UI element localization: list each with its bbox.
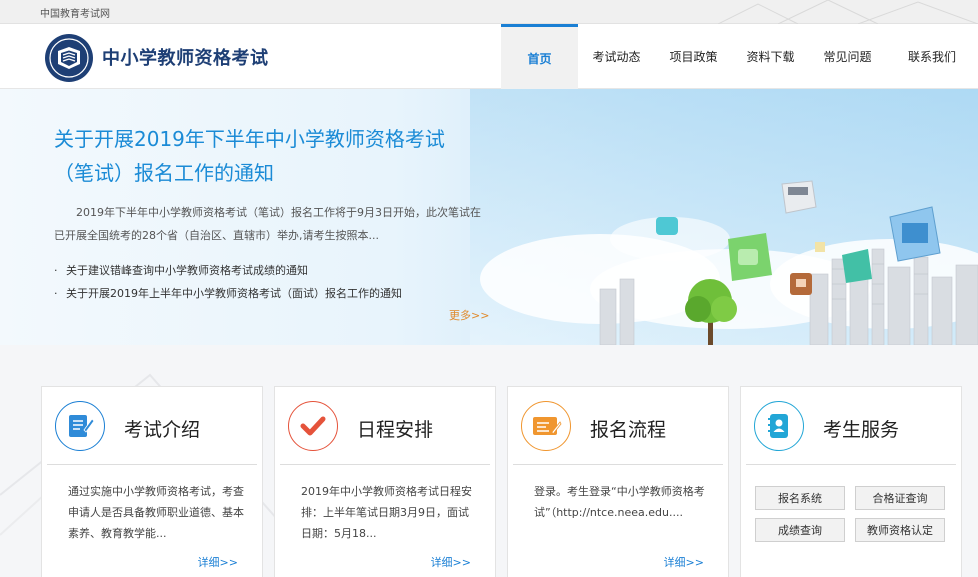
divider	[280, 464, 490, 465]
main-nav: 首页 考试动态 项目政策 资料下载 常见问题 联系我们	[501, 24, 978, 89]
city-illustration	[470, 89, 978, 345]
card-body: 通过实施中小学教师资格考试，考查申请人是否具备教师职业道德、基本素养、教育教学能…	[68, 485, 244, 540]
divider	[513, 464, 723, 465]
headline-summary: 2019年下半年中小学教师资格考试（笔试）报名工作将于9月3日开始，此次笔试在已…	[54, 206, 481, 242]
nav-home[interactable]: 首页	[501, 24, 578, 89]
document-pencil-icon	[55, 401, 105, 451]
decor-triangles	[718, 0, 978, 24]
site-logo-icon[interactable]	[44, 33, 94, 83]
list-item[interactable]: · 关于建议错峰查询中小学教师资格考试成绩的通知	[54, 259, 402, 282]
more-link[interactable]: 更多>>	[449, 307, 489, 323]
nav-policies[interactable]: 项目政策	[655, 24, 732, 89]
headline-link[interactable]: 关于开展2019年下半年中小学教师资格考试（笔试）报名工作的通知	[54, 122, 484, 190]
card-title[interactable]: 考生服务	[823, 415, 899, 442]
hero-banner: 关于开展2019年下半年中小学教师资格考试（笔试）报名工作的通知 2019年下半…	[0, 89, 978, 345]
person-card-icon	[754, 401, 804, 451]
form-pencil-icon	[521, 401, 571, 451]
card-title[interactable]: 报名流程	[590, 415, 666, 442]
divider	[47, 464, 257, 465]
card-registration-process: 报名流程 登录。考生登录“中小学教师资格考试”（http://ntce.neea…	[507, 386, 729, 577]
score-query-button[interactable]: 成绩查询	[755, 518, 845, 542]
certificate-query-button[interactable]: 合格证查询	[855, 486, 945, 510]
card-title[interactable]: 日程安排	[357, 415, 433, 442]
site-title[interactable]: 中小学教师资格考试	[102, 44, 269, 70]
news-link[interactable]: 关于开展2019年上半年中小学教师资格考试（面试）报名工作的通知	[66, 287, 402, 300]
registration-system-button[interactable]: 报名系统	[755, 486, 845, 510]
checkmark-icon	[288, 401, 338, 451]
bullet-icon: ·	[54, 287, 58, 300]
nav-contact[interactable]: 联系我们	[886, 24, 978, 89]
divider	[746, 464, 956, 465]
card-exam-intro: 考试介绍 通过实施中小学教师资格考试，考查申请人是否具备教师职业道德、基本素养、…	[41, 386, 263, 577]
qualification-certification-button[interactable]: 教师资格认定	[855, 518, 945, 542]
card-candidate-services: 考生服务 报名系统 合格证查询 成绩查询 教师资格认定	[740, 386, 962, 577]
top-strip-label[interactable]: 中国教育考试网	[40, 5, 110, 20]
card-body: 登录。考生登录“中小学教师资格考试”（http://ntce.neea.edu.…	[534, 485, 705, 519]
card-body: 2019年中小学教师资格考试日程安排：上半年笔试日期3月9日，面试日期：5月18…	[301, 485, 472, 540]
list-item[interactable]: · 关于开展2019年上半年中小学教师资格考试（面试）报名工作的通知	[54, 282, 402, 305]
news-link[interactable]: 关于建议错峰查询中小学教师资格考试成绩的通知	[66, 264, 308, 277]
nav-faq[interactable]: 常见问题	[809, 24, 886, 89]
top-strip: 中国教育考试网	[0, 0, 978, 24]
card-title[interactable]: 考试介绍	[124, 415, 200, 442]
site-header: 中小学教师资格考试 首页 考试动态 项目政策 资料下载 常见问题 联系我们	[0, 24, 978, 89]
nav-exam-news[interactable]: 考试动态	[578, 24, 655, 89]
detail-link[interactable]: 详细>>	[664, 554, 704, 570]
card-schedule: 日程安排 2019年中小学教师资格考试日程安排：上半年笔试日期3月9日，面试日期…	[274, 386, 496, 577]
news-list: · 关于建议错峰查询中小学教师资格考试成绩的通知 · 关于开展2019年上半年中小学…	[54, 259, 402, 305]
bullet-icon: ·	[54, 264, 58, 277]
detail-link[interactable]: 详细>>	[431, 554, 471, 570]
nav-downloads[interactable]: 资料下载	[732, 24, 809, 89]
detail-link[interactable]: 详细>>	[198, 554, 238, 570]
